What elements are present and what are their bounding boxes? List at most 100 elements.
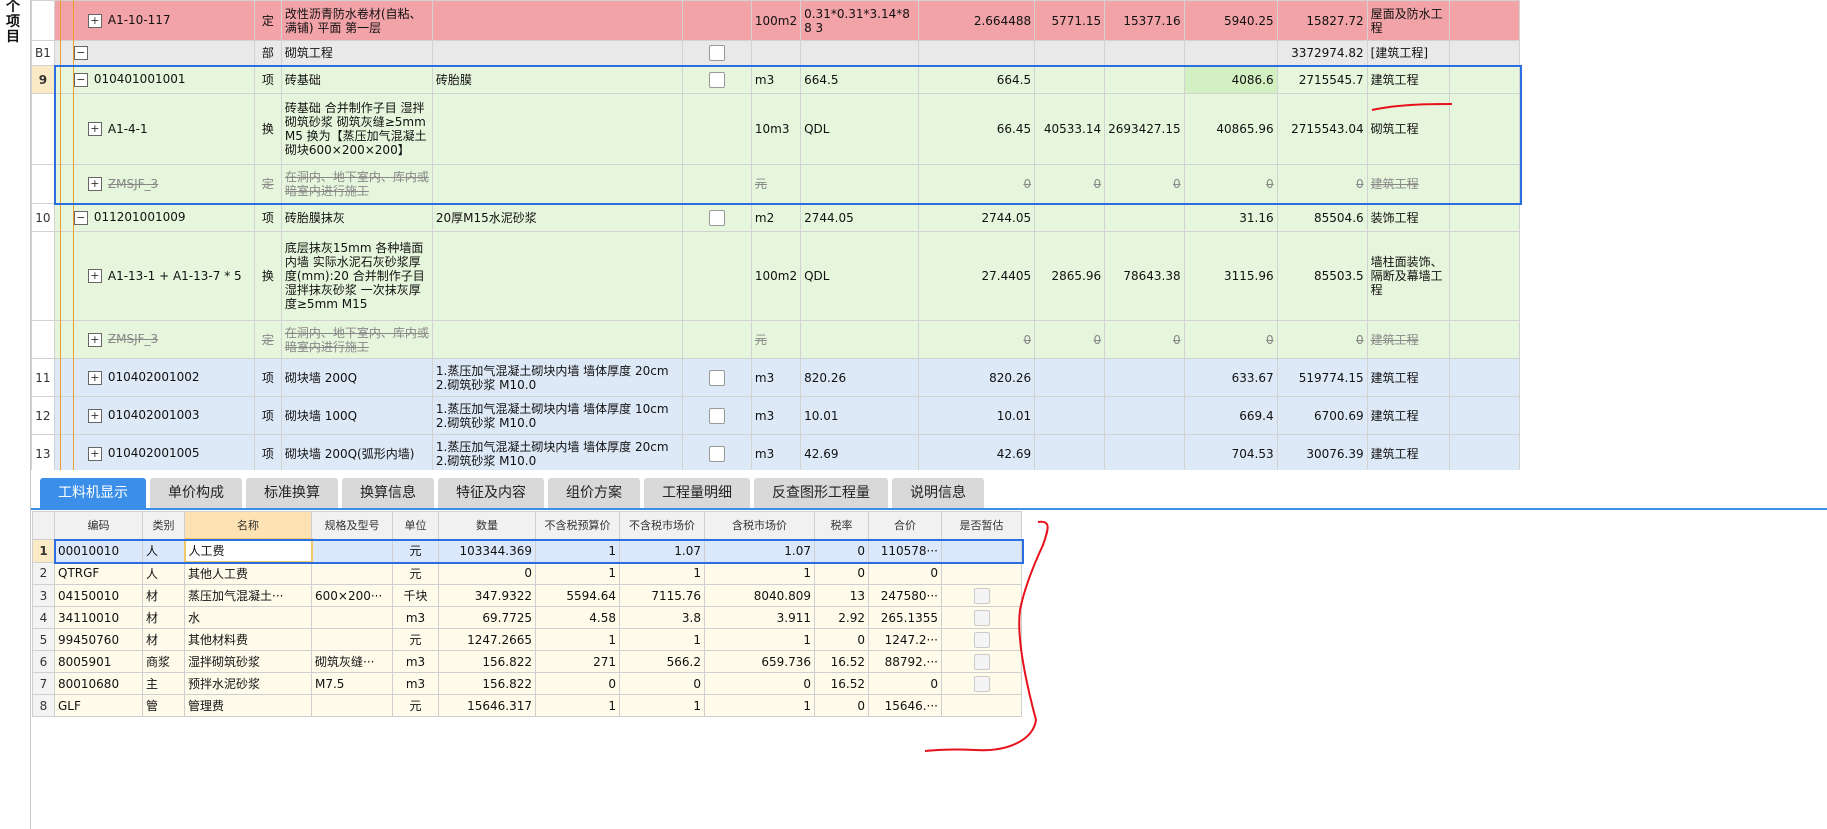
row-number[interactable]: 13 xyxy=(31,434,55,470)
item-unit[interactable]: m3 xyxy=(750,396,802,435)
item-cost-2[interactable]: 15377.16 xyxy=(1104,0,1185,41)
bill-items-grid[interactable]: + A1-10-117 定改性沥青防水卷材(自粘、满铺) 平面 第一层 100m2 0.… xyxy=(31,0,1827,470)
resource-spec[interactable]: 砌筑灰缝··· xyxy=(311,650,393,673)
item-flag[interactable] xyxy=(681,65,752,94)
resource-qty[interactable]: 69.7725 xyxy=(438,606,536,629)
item-unit[interactable]: m3 xyxy=(750,358,802,397)
resource-cat[interactable]: 人 xyxy=(142,561,185,585)
resource-total[interactable]: 15646.··· xyxy=(868,694,942,717)
item-cost-2[interactable] xyxy=(1104,203,1185,232)
item-flag[interactable] xyxy=(681,231,752,321)
expand-icon[interactable]: + xyxy=(87,269,102,284)
item-discipline[interactable]: [建筑工程] xyxy=(1366,40,1450,66)
item-discipline[interactable]: 墙柱面装饰、隔断及幕墙工程 xyxy=(1366,231,1450,321)
tab-reverse-graphic-quantity[interactable]: 反查图形工程量 xyxy=(754,478,888,508)
item-cost-1[interactable] xyxy=(1034,65,1106,94)
resource-spec[interactable] xyxy=(311,628,393,651)
item-code[interactable]: + ZMSJF_3 xyxy=(53,320,255,359)
collapse-icon[interactable]: − xyxy=(73,210,88,225)
item-quantity[interactable]: 42.69 xyxy=(918,434,1036,470)
item-cost-2[interactable] xyxy=(1104,65,1185,94)
item-cost-2[interactable]: 78643.38 xyxy=(1104,231,1185,321)
resource-qty[interactable]: 1247.2665 xyxy=(438,628,536,651)
item-total[interactable]: 519774.15 xyxy=(1276,358,1368,397)
bill-row[interactable]: 9−010401001001 项砖基础 砖胎膜 m3 664.5 664.5 4086.6 2… xyxy=(31,65,1520,94)
item-unit-price[interactable]: 669.4 xyxy=(1183,396,1278,435)
resource-provisional[interactable] xyxy=(941,672,1022,695)
item-name[interactable]: 在洞内、地下室内、库内或暗室内进行施工 xyxy=(280,164,433,204)
item-code[interactable]: +010402001002 xyxy=(53,358,255,397)
item-cost-1[interactable] xyxy=(1034,358,1106,397)
row-number[interactable]: 10 xyxy=(31,203,55,232)
column-header[interactable]: 不含税市场价 xyxy=(619,511,705,540)
resource-spec[interactable] xyxy=(311,538,393,563)
item-quantity[interactable]: 66.45 xyxy=(918,93,1036,165)
checkbox[interactable] xyxy=(973,587,990,604)
item-cost-1[interactable]: 5771.15 xyxy=(1034,0,1106,41)
item-name[interactable]: 砖胎膜抹灰 xyxy=(280,203,433,232)
item-quantity[interactable]: 27.4405 xyxy=(918,231,1036,321)
item-quantity[interactable]: 0 xyxy=(918,320,1036,359)
item-expression[interactable] xyxy=(800,164,920,204)
item-quantity[interactable]: 2744.05 xyxy=(918,203,1036,232)
item-name[interactable]: 在洞内、地下室内、库内或暗室内进行施工 xyxy=(280,320,433,359)
resource-cat[interactable]: 主 xyxy=(142,672,185,695)
item-expression[interactable] xyxy=(800,40,920,66)
resource-name[interactable]: 其他人工费 xyxy=(184,561,312,585)
resource-row[interactable]: 4 34110010 材水 m3 69.7725 4.58 3.8 3.911 2.92 265.… xyxy=(32,606,1022,629)
item-extra[interactable] xyxy=(1448,358,1520,397)
item-extra[interactable] xyxy=(1448,203,1520,232)
resource-tax[interactable]: 0 xyxy=(814,628,869,651)
item-unit-price[interactable]: 3115.96 xyxy=(1183,231,1278,321)
item-code[interactable]: + A1-13-1 + A1-13-7 * 5 xyxy=(53,231,255,321)
item-quantity[interactable] xyxy=(918,40,1036,66)
row-number[interactable]: 11 xyxy=(31,358,55,397)
item-type[interactable]: 定 xyxy=(253,164,282,204)
item-expression[interactable]: 0.31*0.31*3.14*88 3 xyxy=(800,0,920,41)
row-number[interactable] xyxy=(31,93,55,165)
collapse-icon[interactable]: − xyxy=(73,46,88,61)
item-unit-price[interactable]: 0 xyxy=(1183,164,1278,204)
item-flag[interactable] xyxy=(681,203,752,232)
item-extra[interactable] xyxy=(1448,40,1520,66)
checkbox[interactable] xyxy=(708,445,725,462)
item-unit[interactable]: 100m2 xyxy=(750,231,802,321)
item-unit-price[interactable] xyxy=(1183,40,1278,66)
item-total[interactable]: 3372974.82 xyxy=(1276,40,1368,66)
item-quantity[interactable]: 0 xyxy=(918,164,1036,204)
item-unit[interactable]: 10m3 xyxy=(750,93,802,165)
resource-name[interactable]: 管理费 xyxy=(184,694,312,717)
item-type[interactable]: 项 xyxy=(253,358,282,397)
bill-row[interactable]: + ZMSJF_3 定在洞内、地下室内、库内或暗室内进行施工元 0 0 0 0 0 建筑工程 xyxy=(31,164,1520,204)
resource-spec[interactable]: 600×200··· xyxy=(311,584,393,607)
item-name[interactable]: 砌筑工程 xyxy=(280,40,433,66)
item-total[interactable]: 2715545.7 xyxy=(1276,65,1368,94)
resource-code[interactable]: 04150010 xyxy=(54,584,143,607)
tab-quantity-detail[interactable]: 工程量明细 xyxy=(644,478,750,508)
item-quantity[interactable]: 664.5 xyxy=(918,65,1036,94)
resource-p1[interactable]: 5594.64 xyxy=(535,584,620,607)
resource-unit[interactable]: 千块 xyxy=(392,584,439,607)
column-header[interactable]: 规格及型号 xyxy=(311,511,393,540)
resource-qty[interactable]: 347.9322 xyxy=(438,584,536,607)
item-cost-2[interactable] xyxy=(1104,434,1185,470)
item-discipline[interactable]: 建筑工程 xyxy=(1366,434,1450,470)
bill-row[interactable]: 13 +010402001005 项砌块墙 200Q(弧形内墙) 1.蒸压加气混凝土砌… xyxy=(31,434,1520,470)
checkbox[interactable] xyxy=(708,369,725,386)
bill-row[interactable]: + ZMSJF_3 定在洞内、地下室内、库内或暗室内进行施工元 0 0 0 0 0 建筑工程 xyxy=(31,320,1520,359)
resource-spec[interactable] xyxy=(311,561,393,585)
checkbox[interactable] xyxy=(708,407,725,424)
item-feature[interactable] xyxy=(431,164,683,204)
item-unit[interactable]: m3 xyxy=(750,65,802,94)
item-cost-1[interactable]: 2865.96 xyxy=(1034,231,1106,321)
item-quantity[interactable]: 820.26 xyxy=(918,358,1036,397)
resource-p2[interactable]: 1.07 xyxy=(619,538,705,563)
item-feature[interactable] xyxy=(431,40,683,66)
resource-p1[interactable]: 1 xyxy=(535,538,620,563)
item-expression[interactable]: 820.26 xyxy=(800,358,920,397)
item-unit-price[interactable]: 4086.6 xyxy=(1183,65,1278,94)
resource-code[interactable]: 00010010 xyxy=(54,538,143,563)
item-feature[interactable]: 砖胎膜 xyxy=(431,65,683,94)
resource-total[interactable]: 88792.··· xyxy=(868,650,942,673)
resource-name[interactable]: 预拌水泥砂浆 xyxy=(184,672,312,695)
